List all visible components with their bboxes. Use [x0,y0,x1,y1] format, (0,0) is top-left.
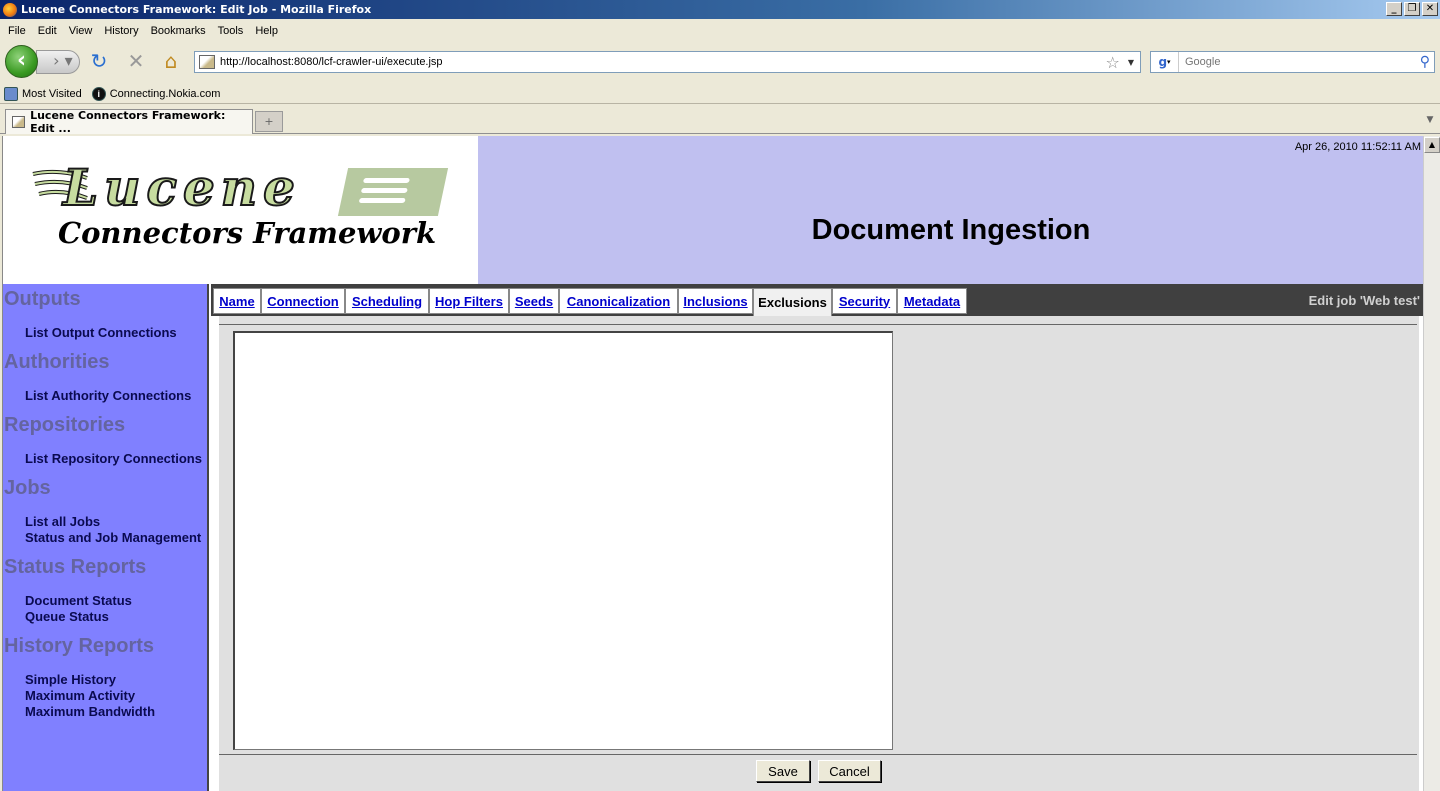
logo-subtitle: Connectors Framework [58,216,437,250]
bookmarks-toolbar: Most Visited i Connecting.Nokia.com [0,84,1440,104]
sidebar-link-list-authority-connections[interactable]: List Authority Connections [25,388,207,404]
window-title-bar: Lucene Connectors Framework: Edit Job - … [0,0,1440,19]
job-tab-bar: Name Connection Scheduling Hop Filters S… [211,284,1423,316]
tab-canonicalization[interactable]: Canonicalization [559,288,678,314]
google-engine-icon[interactable]: g ▾ [1151,52,1179,72]
window-controls: _ ❐ ✕ [1386,2,1438,16]
menu-bar: File Edit View History Bookmarks Tools H… [0,21,1440,41]
firefox-icon [3,2,17,17]
menu-tools[interactable]: Tools [212,25,250,37]
site-favicon-icon [199,55,215,69]
scroll-up-icon[interactable]: ▲ [1424,137,1440,153]
logo-flag-icon [337,168,449,216]
restore-button[interactable]: ❐ [1404,2,1420,16]
window-title: Lucene Connectors Framework: Edit Job - … [21,3,372,16]
sidebar-link-list-output-connections[interactable]: List Output Connections [25,325,207,341]
bookmark-star-icon[interactable]: ☆ [1106,53,1120,72]
browser-tab-strip: Lucene Connectors Framework: Edit ... + … [0,107,1440,135]
search-bar[interactable]: g▾ ⚲ [1150,51,1435,73]
edit-job-label: Edit job 'Web test' [1308,293,1420,308]
minimize-button[interactable]: _ [1386,2,1402,16]
stop-icon[interactable]: ✕ [125,50,147,72]
menu-bookmarks[interactable]: Bookmarks [145,25,212,37]
url-dropdown-icon[interactable]: ▼ [1128,58,1134,67]
divider [219,754,1417,755]
tab-list-chevron-icon[interactable]: ▼ [1422,111,1438,132]
url-input[interactable] [220,56,1106,68]
reload-icon[interactable]: ↻ [88,50,110,72]
tab-metadata[interactable]: Metadata [897,288,967,314]
logo-title: Lucene [62,157,301,218]
tab-inclusions[interactable]: Inclusions [678,288,753,314]
menu-view[interactable]: View [63,25,99,37]
forward-button[interactable]: › ▾ [36,50,80,74]
tab-security[interactable]: Security [832,288,897,314]
most-visited-icon [4,86,18,101]
info-icon: i [91,86,106,101]
tab-exclusions[interactable]: Exclusions [753,288,832,316]
sidebar-link-queue-status[interactable]: Queue Status [25,609,207,625]
tab-connection[interactable]: Connection [261,288,345,314]
exclusions-textarea[interactable] [233,331,893,750]
menu-help[interactable]: Help [249,25,284,37]
close-button[interactable]: ✕ [1422,2,1438,16]
sidebar-section-history-reports: History Reports [4,635,155,657]
menu-edit[interactable]: Edit [32,25,63,37]
menu-file[interactable]: File [2,25,32,37]
search-input[interactable] [1179,56,1420,68]
save-button[interactable]: Save [756,760,810,782]
url-bar[interactable]: ☆ ▼ [194,51,1141,73]
forward-arrow-icon: › ▾ [43,51,73,70]
page-header: Apr 26, 2010 11:52:11 AM Document Ingest… [478,136,1423,284]
sidebar: Outputs List Output Connections Authorit… [3,284,209,791]
tab-favicon-icon [12,116,26,128]
tab-scheduling[interactable]: Scheduling [345,288,429,314]
tab-hop-filters[interactable]: Hop Filters [429,288,509,314]
bookmark-label: Most Visited [22,87,82,100]
bookmark-label: Connecting.Nokia.com [109,87,221,100]
bookmark-most-visited[interactable]: Most Visited [4,86,82,101]
sidebar-link-simple-history[interactable]: Simple History [25,672,207,688]
logo: Lucene Connectors Framework [3,136,478,284]
browser-tab-title: Lucene Connectors Framework: Edit ... [30,109,226,135]
tab-name[interactable]: Name [213,288,261,314]
menu-history[interactable]: History [98,25,144,37]
sidebar-section-repositories: Repositories [4,414,126,436]
browser-tab[interactable]: Lucene Connectors Framework: Edit ... [5,109,253,135]
tab-seeds[interactable]: Seeds [509,288,559,314]
cancel-button[interactable]: Cancel [818,760,881,782]
exclusions-form: Save Cancel [219,316,1419,791]
sidebar-section-outputs: Outputs [4,288,81,310]
main-content: Name Connection Scheduling Hop Filters S… [211,284,1423,791]
back-button[interactable]: ‹ [5,45,38,78]
vertical-scrollbar[interactable]: ▲ [1423,136,1440,791]
sidebar-section-authorities: Authorities [4,351,110,373]
sidebar-link-document-status[interactable]: Document Status [25,593,207,609]
sidebar-section-jobs: Jobs [4,477,51,499]
new-tab-button[interactable]: + [255,111,283,132]
home-icon[interactable]: ⌂ [160,50,182,72]
sidebar-link-maximum-activity[interactable]: Maximum Activity [25,688,207,704]
navigation-toolbar: › ▾ ‹ ↻ ✕ ⌂ ☆ ▼ g▾ ⚲ [0,42,1440,80]
sidebar-section-status-reports: Status Reports [4,556,147,578]
timestamp: Apr 26, 2010 11:52:11 AM [1294,141,1421,153]
divider [219,324,1417,325]
sidebar-link-list-repository-connections[interactable]: List Repository Connections [25,451,207,467]
sidebar-link-maximum-bandwidth[interactable]: Maximum Bandwidth [25,704,207,720]
back-arrow-icon: ‹ [16,48,27,73]
page-viewport: Lucene Connectors Framework Apr 26, 2010… [2,136,1423,791]
sidebar-link-list-all-jobs[interactable]: List all Jobs [25,514,207,530]
search-icon[interactable]: ⚲ [1420,54,1430,70]
sidebar-link-status-job-management[interactable]: Status and Job Management [25,530,207,546]
bookmark-connecting-nokia[interactable]: i Connecting.Nokia.com [91,86,221,101]
page-title: Document Ingestion [811,214,1091,246]
